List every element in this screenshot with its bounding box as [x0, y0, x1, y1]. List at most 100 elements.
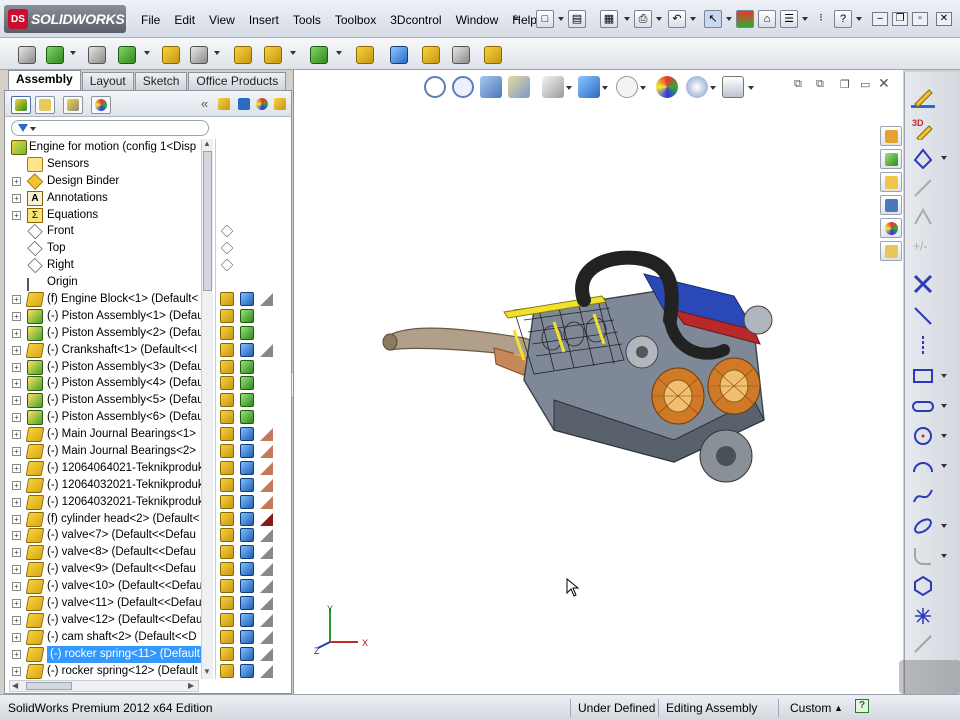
expand-toggle-icon[interactable]: +	[12, 193, 21, 203]
mate-icon[interactable]	[84, 42, 108, 66]
tree-item[interactable]: + (-) 12064064021-Teknikproduk	[5, 460, 201, 477]
expand-toggle-icon[interactable]: +	[12, 430, 21, 440]
menu-item-view[interactable]: View	[202, 13, 242, 27]
ellipse-icon[interactable]	[911, 514, 935, 538]
measure-icon[interactable]	[480, 42, 504, 66]
display-mode-icon[interactable]	[240, 477, 254, 492]
expand-toggle-icon[interactable]: +	[12, 497, 21, 507]
viewport-maximize-icon[interactable]: ▭	[860, 78, 870, 91]
expand-toggle-icon[interactable]: +	[12, 362, 21, 372]
appearance-swatch-icon[interactable]	[260, 343, 273, 357]
viewport-restore-icon[interactable]: ⧉	[794, 78, 802, 91]
component-pattern-icon[interactable]	[114, 42, 138, 66]
display-mode-icon[interactable]	[240, 444, 254, 459]
restore-window-button[interactable]: ❐	[892, 12, 908, 26]
hide-show-items-icon[interactable]	[616, 76, 638, 98]
close-window-button[interactable]: ✕	[936, 12, 952, 26]
3d-sketch-icon[interactable]: 3D	[911, 116, 935, 142]
insert-components-dropdown[interactable]	[70, 51, 76, 55]
display-style-dropdown[interactable]	[602, 86, 608, 90]
custom-properties-icon[interactable]	[880, 241, 902, 261]
expand-toggle-icon[interactable]: +	[12, 649, 21, 659]
transparency-column-icon[interactable]	[271, 96, 291, 114]
expand-toggle-icon[interactable]: +	[12, 582, 21, 592]
tree-item[interactable]: + (f) cylinder head<2> (Default<	[5, 511, 201, 528]
save-icon[interactable]: ▦	[600, 10, 618, 28]
appearance-swatch-icon[interactable]	[260, 428, 273, 442]
hide-show-icon[interactable]	[220, 292, 234, 307]
hide-show-icon[interactable]	[220, 579, 234, 594]
move-component-dropdown[interactable]	[214, 51, 220, 55]
tree-item[interactable]: + (-) Piston Assembly<1> (Defau	[5, 308, 201, 325]
hide-show-icon[interactable]	[220, 477, 234, 492]
show-hidden-components-icon[interactable]	[230, 42, 254, 66]
appearance-swatch-icon[interactable]	[260, 495, 273, 509]
tree-item[interactable]: + (-) valve<9> (Default<<Defau	[5, 561, 201, 578]
engine-model-3d[interactable]	[374, 250, 804, 510]
hide-show-icon[interactable]	[220, 612, 234, 627]
display-delete-relations-icon[interactable]	[911, 272, 935, 296]
appearance-swatch-icon[interactable]	[260, 664, 273, 678]
tree-item[interactable]: + (-) valve<11> (Default<<Defau	[5, 595, 201, 612]
filter-dropdown-icon[interactable]	[30, 127, 36, 131]
view-orientation-dropdown[interactable]	[566, 86, 572, 90]
plane-visibility-icon[interactable]	[220, 258, 234, 272]
viewport-split-icon[interactable]: ⧉	[816, 78, 824, 91]
apply-scene-dropdown[interactable]	[710, 86, 716, 90]
assembly-features-icon[interactable]	[260, 42, 284, 66]
tree-item[interactable]: + (-) 12064032021-Teknikproduk	[5, 477, 201, 494]
expand-toggle-icon[interactable]: +	[12, 565, 21, 575]
appearances-scenes-icon[interactable]	[880, 218, 902, 238]
tree-item[interactable]: + (f) Engine Block<1> (Default<	[5, 291, 201, 308]
display-mode-icon[interactable]	[240, 545, 254, 560]
expand-toggle-icon[interactable]: +	[12, 311, 21, 321]
bill-of-materials-icon[interactable]	[386, 42, 410, 66]
minimize-window-button[interactable]: –	[872, 12, 888, 26]
menu-item-file[interactable]: File	[134, 13, 167, 27]
hide-show-dropdown[interactable]	[640, 86, 646, 90]
rectangle-icon[interactable]	[911, 364, 935, 388]
appearance-swatch-icon[interactable]	[260, 580, 273, 594]
units-dropdown-arrow[interactable]: ▲	[834, 703, 843, 713]
help-dropdown-arrow[interactable]	[856, 17, 862, 21]
tree-item[interactable]: + Σ Equations	[5, 207, 201, 224]
hide-show-tree-icon[interactable]	[215, 96, 235, 114]
tree-item[interactable]: + (-) Crankshaft<1> (Default<<I	[5, 342, 201, 359]
tree-item[interactable]: + Design Binder	[5, 173, 201, 190]
appearance-column-icon[interactable]	[253, 96, 273, 114]
select-pointer-icon[interactable]: ↖	[704, 10, 722, 28]
tree-item[interactable]: + (-) Main Journal Bearings<2>	[5, 443, 201, 460]
design-library-icon[interactable]	[880, 149, 902, 169]
slot-icon[interactable]	[911, 394, 935, 418]
display-style-column-icon[interactable]	[235, 96, 255, 114]
zoom-to-fit-icon[interactable]	[424, 76, 446, 98]
zoom-to-area-icon[interactable]	[452, 76, 474, 98]
scroll-down-arrow[interactable]: ▼	[203, 667, 211, 676]
display-mode-icon[interactable]	[240, 292, 254, 307]
hide-show-icon[interactable]	[220, 410, 234, 425]
expand-toggle-icon[interactable]: +	[12, 447, 21, 457]
expand-toggle-icon[interactable]: +	[12, 531, 21, 541]
hide-show-icon[interactable]	[220, 629, 234, 644]
edit-appearance-icon[interactable]	[656, 76, 678, 98]
menu-item-tools[interactable]: Tools	[286, 13, 328, 27]
appearance-swatch-icon[interactable]	[260, 597, 273, 611]
tree-item[interactable]: + (-) valve<8> (Default<<Defau	[5, 544, 201, 561]
tree-horizontal-scrollbar[interactable]: ◀ ▶	[9, 680, 199, 692]
display-mode-icon[interactable]	[240, 511, 254, 526]
new-motion-study-icon[interactable]	[352, 42, 376, 66]
view-settings-icon[interactable]	[722, 76, 744, 98]
hide-show-icon[interactable]	[220, 494, 234, 509]
tree-item[interactable]: + (-) valve<10> (Default<<Defau	[5, 578, 201, 595]
hide-show-icon[interactable]	[220, 562, 234, 577]
tree-filter-input[interactable]	[11, 120, 209, 136]
appearance-swatch-icon[interactable]	[260, 563, 273, 577]
centerline-icon[interactable]	[911, 334, 935, 358]
display-mode-icon[interactable]	[240, 325, 254, 340]
scroll-left-arrow[interactable]: ◀	[12, 681, 18, 690]
displaymanager-tab-icon[interactable]	[91, 96, 111, 114]
expand-toggle-icon[interactable]: +	[12, 328, 21, 338]
point-icon[interactable]	[911, 604, 935, 628]
tree-item[interactable]: + A Annotations	[5, 190, 201, 207]
smart-fasteners-icon[interactable]	[158, 42, 182, 66]
